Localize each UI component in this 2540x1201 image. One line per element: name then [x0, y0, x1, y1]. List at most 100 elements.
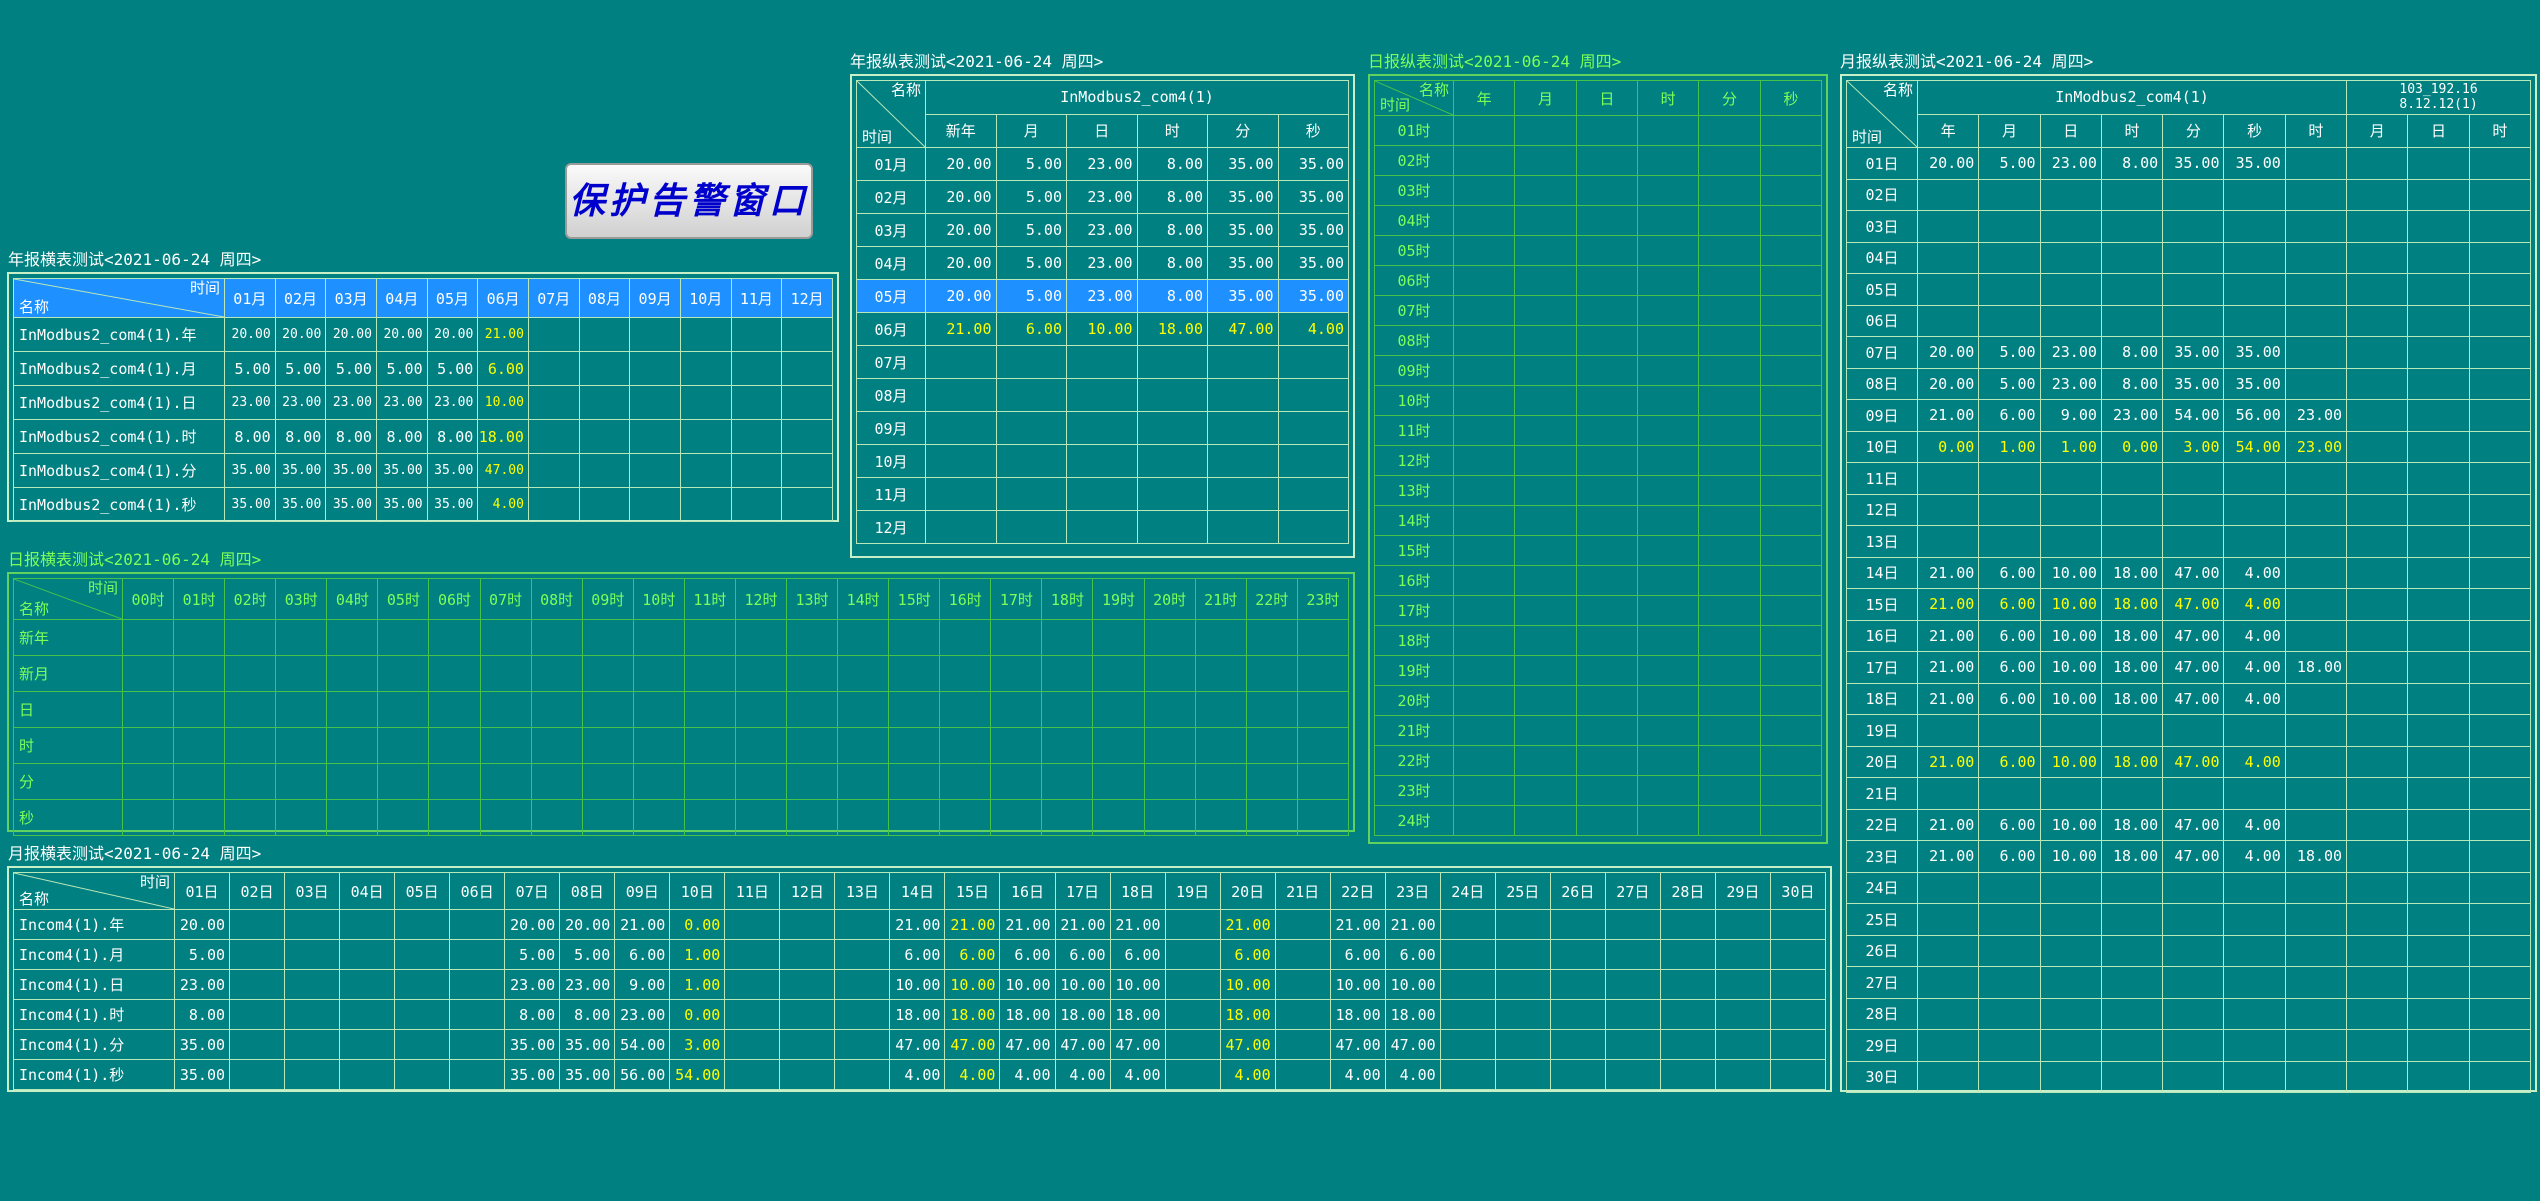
table-row[interactable]: 06月 21.00 6.00 10.00 18.00 47.00 4.00 [856, 312, 1349, 346]
value-cell [995, 345, 1067, 379]
value-cell: 23.00 [375, 385, 428, 420]
value-cell: 21.00 [1916, 619, 1980, 652]
value-cell: 4.00 [1054, 1059, 1111, 1090]
table-row[interactable]: 04月 20.00 5.00 23.00 8.00 35.00 35.00 [856, 246, 1349, 280]
value-cell [990, 763, 1043, 800]
value-cell: 10.00 [999, 969, 1056, 1000]
value-cell [1452, 685, 1516, 716]
row-label: 新月 [13, 655, 123, 692]
value-cell [377, 727, 430, 764]
row-label: Incom4(1).秒 [13, 1059, 175, 1090]
table-row[interactable]: 07月 [856, 345, 1349, 379]
value-cell: 8.00 [559, 999, 616, 1030]
value-cell: 18.00 [477, 419, 529, 454]
value-cell [734, 763, 788, 800]
selected-row[interactable]: 05月 20.00 5.00 23.00 8.00 35.00 35.00 [856, 279, 1349, 313]
value-cell [1916, 934, 1980, 967]
value-cell: 47.00 [2162, 745, 2225, 778]
value-cell: 0.00 [669, 999, 726, 1030]
value-cell [1636, 715, 1700, 746]
column-header: 15日 [944, 872, 1001, 910]
value-cell [2346, 808, 2409, 841]
protection-alarm-window-button[interactable]: 保护告警窗口 [565, 163, 813, 239]
row-label: 14日 [1846, 556, 1918, 589]
value-cell [1514, 475, 1577, 506]
value-cell [1916, 525, 1980, 558]
value-cell [2039, 273, 2102, 306]
value-cell [781, 453, 833, 488]
row-label: 09时 [1374, 355, 1454, 386]
value-cell [2468, 997, 2532, 1030]
table-row: 04日 [1846, 241, 2532, 274]
value-cell [1604, 1059, 1661, 1090]
table-row: 11日 [1846, 462, 2532, 495]
value-cell [2284, 934, 2348, 967]
value-cell [2100, 241, 2164, 274]
table-row[interactable]: 08月 [856, 378, 1349, 412]
value-cell: 35.00 [504, 1029, 561, 1060]
value-cell [2100, 304, 2164, 337]
table-row[interactable]: 12月 [856, 510, 1349, 544]
column-header: 22日 [1329, 872, 1386, 910]
value-cell [2346, 241, 2409, 274]
value-cell [1916, 777, 1980, 810]
table-row: 17时 [1374, 595, 1823, 626]
value-cell: 10.00 [2039, 808, 2102, 841]
value-cell: 4.00 [2223, 556, 2286, 589]
value-cell [2346, 588, 2409, 621]
table-row[interactable]: 10月 [856, 444, 1349, 478]
value-cell [2346, 934, 2409, 967]
table-row[interactable]: 02月 20.00 5.00 23.00 8.00 35.00 35.00 [856, 180, 1349, 214]
value-cell [2039, 777, 2102, 810]
value-cell [1494, 1059, 1551, 1090]
value-cell [1514, 205, 1577, 236]
value-cell [449, 909, 506, 940]
value-cell [1698, 745, 1761, 776]
table-row[interactable]: 01月 20.00 5.00 23.00 8.00 35.00 35.00 [856, 147, 1349, 181]
value-cell [2468, 273, 2532, 306]
value-cell [2468, 777, 2532, 810]
value-cell [2100, 493, 2164, 526]
value-cell [2468, 430, 2532, 463]
value-cell [2407, 619, 2470, 652]
table-row[interactable]: 09月 [856, 411, 1349, 445]
value-cell: 20.00 [173, 909, 231, 940]
value-cell: 18.00 [2284, 651, 2348, 684]
table-row[interactable]: 11月 [856, 477, 1349, 511]
value-cell [1575, 415, 1638, 446]
value-cell [428, 619, 481, 656]
column-header: 07日 [504, 872, 561, 910]
value-cell [2162, 273, 2225, 306]
column-header: 18日 [1109, 872, 1166, 910]
row-label: 07月 [856, 345, 926, 379]
value-cell [1136, 411, 1208, 445]
month-vertical-panel: 名称 时间 InModbus2_com4(1) 103_192.16 8.12.12(1… [1840, 74, 2537, 1093]
value-cell: 6.00 [1978, 745, 2041, 778]
column-header: 05时 [377, 578, 430, 620]
value-cell [1916, 241, 1980, 274]
value-cell [888, 799, 941, 836]
table-row: 05日 [1846, 273, 2532, 306]
value-cell [2284, 619, 2348, 652]
value-cell [2468, 367, 2532, 400]
value-cell [173, 619, 226, 656]
row-label: InModbus2_com4(1).分 [13, 453, 225, 488]
table-row: Incom4(1).年 20.00 20.00 20.00 21.00 0.00 21.00… [13, 909, 1827, 940]
table-row[interactable]: 03月 20.00 5.00 23.00 8.00 35.00 35.00 [856, 213, 1349, 247]
value-cell: 47.00 [2162, 588, 2225, 621]
value-cell [2039, 241, 2102, 274]
row-label: 08时 [1374, 325, 1454, 356]
value-cell [990, 691, 1043, 728]
value-cell: 35.00 [173, 1059, 231, 1090]
value-cell [1494, 999, 1551, 1030]
table-row: 10日 0.00 1.00 1.00 0.00 3.00 54.00 23.00 [1846, 430, 2532, 463]
value-cell: 35.00 [1277, 279, 1349, 313]
value-cell [224, 619, 277, 656]
value-cell: 6.00 [1978, 808, 2041, 841]
value-cell [377, 619, 430, 656]
row-label: 13时 [1374, 475, 1454, 506]
value-cell: 21.00 [1916, 682, 1980, 715]
value-cell [1916, 1060, 1980, 1093]
value-cell: 35.00 [1277, 180, 1349, 214]
table-row: 06时 [1374, 265, 1823, 296]
